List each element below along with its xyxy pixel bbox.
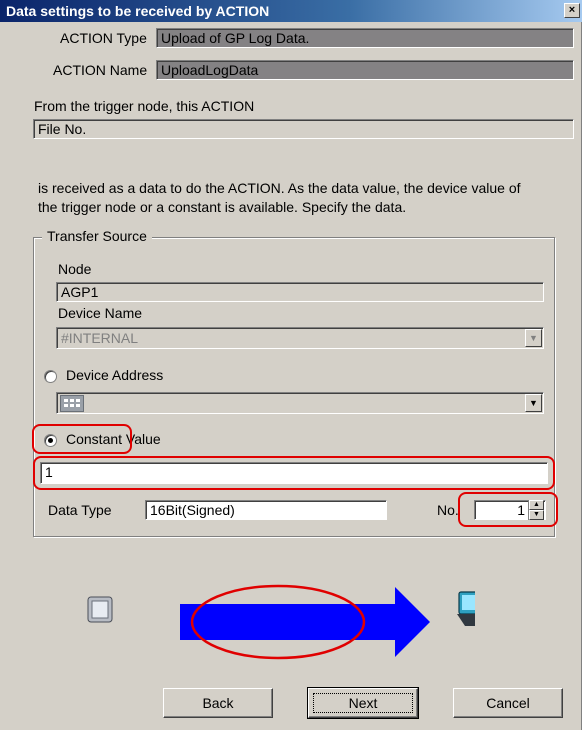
back-button[interactable]: Back [163, 688, 273, 718]
trigger-description: is received as a data to do the ACTION. … [38, 180, 521, 215]
close-icon[interactable]: × [564, 3, 580, 18]
keypad-icon[interactable] [60, 395, 84, 412]
trigger-intro-text: From the trigger node, this ACTION [34, 98, 255, 114]
data-type-field: 16Bit(Signed) [145, 500, 387, 520]
action-type-field: Upload of GP Log Data. [156, 28, 574, 48]
chevron-down-icon[interactable]: ▼ [525, 329, 542, 347]
transfer-diagram [87, 584, 475, 660]
device-address-radio[interactable] [44, 370, 57, 383]
no-label: No. [437, 502, 459, 518]
action-type-label: ACTION Type [60, 30, 147, 46]
focus-rect [313, 693, 413, 713]
chevron-down-icon[interactable]: ▼ [525, 394, 542, 412]
action-name-field: UploadLogData [156, 60, 574, 80]
device-address-select[interactable]: ▼ [56, 392, 544, 414]
node-label: Node [58, 261, 92, 277]
transfer-source-title: Transfer Source [42, 228, 152, 244]
constant-label-highlight [32, 424, 132, 454]
no-stepper-highlight [458, 492, 558, 527]
cancel-button[interactable]: Cancel [453, 688, 563, 718]
data-type-label: Data Type [48, 502, 112, 518]
device-address-label: Device Address [66, 367, 164, 383]
dialog-title: Data settings to be received by ACTION [6, 3, 270, 19]
node-field: AGP1 [56, 282, 544, 302]
dialog-window: Data settings to be received by ACTION ×… [0, 0, 582, 730]
constant-input-highlight [33, 456, 555, 490]
trigger-data-field: File No. [33, 119, 574, 139]
action-name-label: ACTION Name [53, 62, 148, 78]
device-name-label: Device Name [58, 305, 143, 321]
terminal-icon [457, 591, 475, 626]
monitor-icon [87, 596, 113, 623]
device-name-value: #INTERNAL [61, 330, 139, 346]
next-button[interactable]: Next [307, 687, 419, 719]
device-name-select[interactable]: #INTERNAL ▼ [56, 327, 544, 349]
title-bar: Data settings to be received by ACTION × [0, 0, 582, 22]
